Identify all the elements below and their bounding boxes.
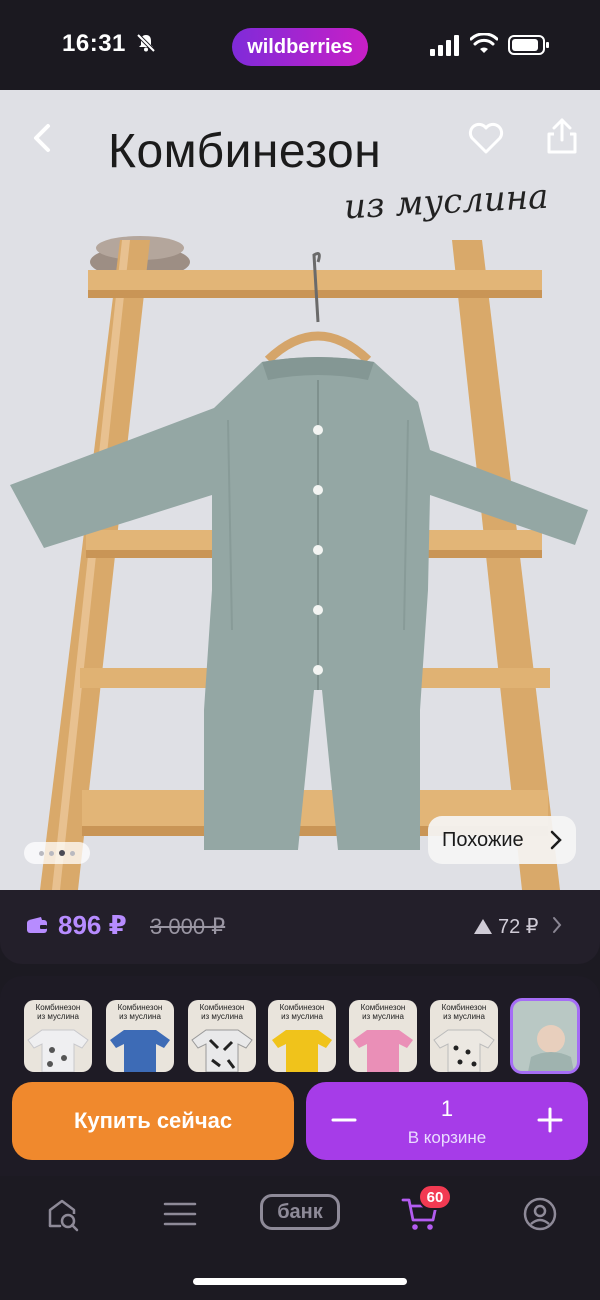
similar-label: Похожие (442, 828, 524, 851)
minus-icon[interactable] (330, 1106, 358, 1134)
triangle-up-icon (474, 919, 492, 934)
nav-profile[interactable] (516, 1190, 564, 1238)
brand-logo: wildberries (232, 28, 368, 66)
home-indicator[interactable] (193, 1278, 407, 1285)
similar-button[interactable]: Похожие (428, 816, 576, 864)
thumbnail-variant-1[interactable]: Комбинезон из муслина (24, 1000, 92, 1072)
thumbnail-variant-3[interactable]: Комбинезон из муслина (188, 1000, 256, 1072)
pagination-dot-active (59, 850, 65, 856)
thumbnail-title: Комбинезон из муслина (279, 1003, 325, 1021)
product-image-gallery[interactable]: Комбинезон из муслина Похожие (0, 90, 600, 890)
back-arrow-icon[interactable] (24, 118, 64, 158)
nav-bank[interactable]: банк (260, 1194, 340, 1230)
pagination-dot (70, 850, 75, 856)
status-bar: 16:31 wildberries (0, 0, 600, 90)
price-change-value: 72 ₽ (498, 916, 539, 938)
product-page: 16:31 wildberries Комбинезон из муслина … (0, 0, 600, 1300)
price-change: 72 ₽ (474, 914, 539, 939)
price-card[interactable]: 896 ₽ 3 000 ₽ 72 ₽ (0, 890, 600, 964)
buy-now-button[interactable]: Купить сейчас (12, 1082, 294, 1160)
cart-quantity-stepper: 1 В корзине (306, 1082, 588, 1160)
gallery-pagination (24, 842, 90, 864)
in-cart-label: В корзине (407, 1128, 487, 1147)
wallet-icon (27, 917, 47, 933)
thumbnail-variant-5[interactable]: Комбинезон из муслина (349, 1000, 417, 1072)
battery-icon (508, 35, 549, 55)
thumbnail-variant-2[interactable]: Комбинезон из муслина (106, 1000, 174, 1072)
chevron-right-icon (550, 830, 562, 850)
thumbnail-variant-4[interactable]: Комбинезон из муслина (268, 1000, 336, 1072)
menu-icon (163, 1202, 197, 1226)
current-price: 896 ₽ (58, 910, 127, 940)
pagination-dot (39, 850, 44, 856)
cart-count-badge: 60 (418, 1184, 452, 1210)
wifi-icon (470, 33, 498, 53)
share-icon[interactable] (544, 116, 580, 156)
cart-quantity: 1 (440, 1096, 454, 1121)
thumbnail-title: Комбинезон из муслина (117, 1003, 163, 1021)
profile-icon (523, 1197, 557, 1231)
thumbnail-title: Комбинезон из муслина (360, 1003, 406, 1021)
thumbnail-title: Комбинезон из муслина (35, 1003, 81, 1021)
chevron-right-icon[interactable] (552, 916, 562, 934)
home-search-icon (48, 1199, 79, 1232)
thumbnail-title: Комбинезон из муслина (199, 1003, 245, 1021)
heart-icon[interactable] (466, 118, 506, 158)
hero-title: Комбинезон (108, 125, 382, 178)
signal-icon (430, 35, 459, 56)
nav-catalog[interactable] (156, 1190, 204, 1238)
bell-off-icon (136, 33, 156, 53)
pagination-dot (49, 850, 54, 856)
thumbnail-title: Комбинезон из муслина (441, 1003, 487, 1021)
old-price: 3 000 ₽ (150, 914, 226, 939)
plus-icon[interactable] (536, 1106, 564, 1134)
thumbnail-video[interactable] (510, 998, 580, 1074)
thumbnail-variant-6[interactable]: Комбинезон из муслина (430, 1000, 498, 1072)
nav-home[interactable] (38, 1190, 86, 1238)
status-time: 16:31 (62, 30, 126, 57)
